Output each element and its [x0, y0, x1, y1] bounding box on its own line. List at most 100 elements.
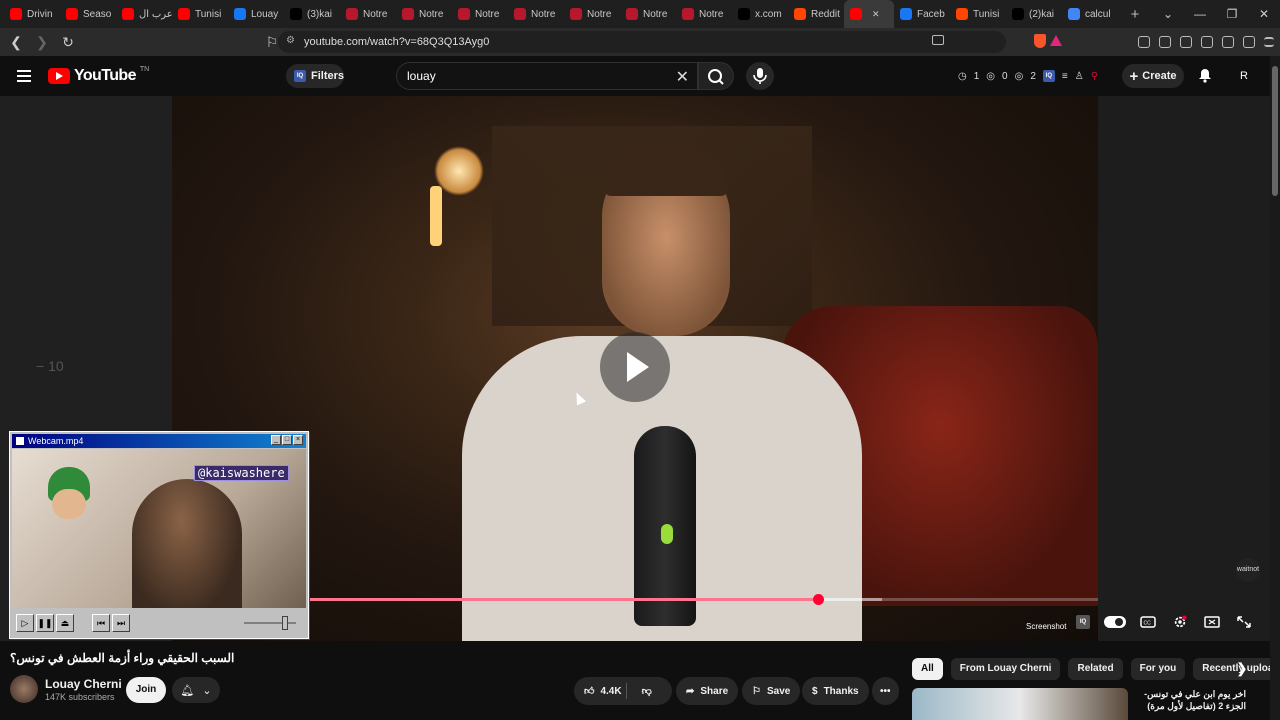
browser-tab[interactable]: Notre: [508, 0, 564, 28]
webcam-pause-icon[interactable]: ❚❚: [36, 614, 54, 632]
settings-icon[interactable]: [1172, 615, 1188, 629]
youtube-logo[interactable]: YouTube TN: [48, 66, 149, 85]
browser-tab[interactable]: Seaso: [60, 0, 116, 28]
brave-rewards-icon[interactable]: [1050, 35, 1062, 46]
minimize-button[interactable]: —: [1184, 7, 1216, 21]
webcam-window[interactable]: Webcam.mp4 _ □ × @kaiswashere ▷ ❚❚ ⏏ ⏮ ⏭: [9, 431, 309, 639]
pin-icon[interactable]: ⚲: [1091, 71, 1098, 82]
webcam-titlebar[interactable]: Webcam.mp4 _ □ ×: [12, 434, 306, 448]
close-tab-icon[interactable]: ✕: [872, 9, 880, 20]
channel-name[interactable]: Louay Cherni: [45, 677, 122, 691]
chip[interactable]: From Louay Cherni: [950, 658, 1061, 680]
browser-tab[interactable]: (2)kai: [1006, 0, 1062, 28]
autoplay-toggle[interactable]: [1104, 616, 1126, 628]
create-button[interactable]: + Create: [1122, 64, 1184, 88]
back-button[interactable]: ❮: [6, 34, 26, 51]
screenshot-label[interactable]: Screenshot: [1026, 622, 1066, 631]
chip[interactable]: All: [912, 658, 943, 680]
sidebar-icon[interactable]: [1180, 36, 1192, 48]
wallet-icon[interactable]: [1201, 36, 1213, 48]
chip[interactable]: Related: [1068, 658, 1123, 680]
fullscreen-icon[interactable]: [1236, 615, 1252, 629]
webcam-eject-icon[interactable]: ⏏: [56, 614, 74, 632]
webcam-prev-icon[interactable]: ⏮: [92, 614, 110, 632]
browser-tab[interactable]: ✕: [844, 0, 894, 28]
list-icon[interactable]: ≡: [1062, 71, 1068, 82]
browser-tab[interactable]: Faceb: [894, 0, 950, 28]
filters-button[interactable]: IQ Filters: [286, 64, 344, 88]
reload-button[interactable]: ↻: [58, 34, 78, 51]
media-icon[interactable]: [1159, 36, 1171, 48]
browser-tab[interactable]: Notre: [396, 0, 452, 28]
webcam-play-icon[interactable]: ▷: [16, 614, 34, 632]
cast-icon[interactable]: [932, 35, 944, 45]
close-window-button[interactable]: ✕: [1248, 7, 1280, 21]
progress-bar[interactable]: [308, 594, 1098, 605]
scrubber-knob[interactable]: [812, 594, 824, 605]
video-lamp-bar: [430, 186, 442, 246]
guide-menu-icon[interactable]: [17, 70, 31, 82]
chip[interactable]: For you: [1130, 658, 1186, 680]
url-field[interactable]: ⚙ youtube.com/watch?v=68Q3Q13Ayg0: [278, 31, 1062, 53]
like-icon[interactable]: 👍︎: [584, 685, 594, 697]
captions-icon[interactable]: CC: [1140, 615, 1156, 629]
chip-next-icon[interactable]: ❯: [1236, 660, 1248, 677]
extensions-icon[interactable]: [1138, 36, 1150, 48]
webcam-minimize-button[interactable]: _: [271, 435, 281, 445]
channel-watermark[interactable]: waitnot: [1236, 558, 1260, 582]
browser-tab[interactable]: Notre: [452, 0, 508, 28]
play-button-overlay[interactable]: [600, 332, 670, 402]
webcam-volume-thumb[interactable]: [282, 616, 288, 630]
related-video-thumbnail[interactable]: [912, 688, 1128, 720]
browser-tab[interactable]: Reddit: [788, 0, 844, 28]
browser-tab[interactable]: Notre: [676, 0, 732, 28]
save-button[interactable]: ⚐ Save: [742, 677, 801, 705]
forward-button[interactable]: ❯: [32, 34, 52, 51]
browser-tab[interactable]: (3)kai: [284, 0, 340, 28]
menu-icon[interactable]: [1264, 37, 1274, 47]
iq-ext-icon[interactable]: IQ: [1042, 70, 1055, 82]
browser-tab[interactable]: Notre: [620, 0, 676, 28]
browser-tab[interactable]: Louay: [228, 0, 284, 28]
join-button[interactable]: Join: [126, 677, 166, 703]
browser-tab[interactable]: Drivin: [4, 0, 60, 28]
browser-tab[interactable]: عرب ال: [116, 0, 172, 28]
browser-tab[interactable]: x.com: [732, 0, 788, 28]
thanks-button[interactable]: $ Thanks: [802, 677, 869, 705]
dislike-icon[interactable]: 👎︎: [642, 685, 652, 697]
subscription-bell-button[interactable]: 🔔︎ ⌄: [172, 677, 220, 703]
browser-tab[interactable]: Notre: [340, 0, 396, 28]
like-count[interactable]: 4.4K: [600, 686, 621, 697]
scrollbar-thumb[interactable]: [1272, 66, 1278, 196]
webcam-volume-slider[interactable]: [244, 622, 296, 624]
award-icon[interactable]: ♙: [1075, 71, 1084, 82]
webcam-maximize-button[interactable]: □: [282, 435, 292, 445]
site-info-icon[interactable]: ⚙: [286, 35, 295, 46]
clear-search-icon[interactable]: ✕: [676, 67, 689, 87]
search-input[interactable]: louay ✕: [396, 62, 698, 90]
notifications-icon[interactable]: [1198, 68, 1212, 83]
tab-search-icon[interactable]: ⌄: [1152, 7, 1184, 21]
browser-tab[interactable]: Tunisi: [950, 0, 1006, 28]
leo-icon[interactable]: [1222, 36, 1234, 48]
browser-tab[interactable]: calcul: [1062, 0, 1118, 28]
vpn-icon[interactable]: [1243, 36, 1255, 48]
new-tab-button[interactable]: +: [1124, 6, 1146, 23]
related-video-title[interactable]: اخر يوم ابن علي في تونس- الجزء 2 (تفاصيل…: [1134, 688, 1246, 712]
voice-search-button[interactable]: [746, 62, 774, 90]
webcam-close-button[interactable]: ×: [293, 435, 303, 445]
page-scrollbar[interactable]: [1270, 56, 1280, 720]
browser-tab[interactable]: Notre: [564, 0, 620, 28]
account-avatar[interactable]: R: [1234, 66, 1254, 86]
miniplayer-icon[interactable]: [1204, 615, 1220, 629]
webcam-next-icon[interactable]: ⏭: [112, 614, 130, 632]
iq-player-icon[interactable]: IQ: [1076, 615, 1090, 629]
maximize-button[interactable]: ❐: [1216, 7, 1248, 21]
more-actions-button[interactable]: •••: [872, 677, 899, 705]
search-button[interactable]: [698, 62, 734, 90]
channel-avatar[interactable]: [10, 675, 38, 703]
webcam-streamer: [132, 479, 242, 608]
share-button[interactable]: ➦ Share: [676, 677, 739, 705]
browser-tab[interactable]: Tunisi: [172, 0, 228, 28]
brave-shield-icon[interactable]: [1034, 34, 1046, 48]
